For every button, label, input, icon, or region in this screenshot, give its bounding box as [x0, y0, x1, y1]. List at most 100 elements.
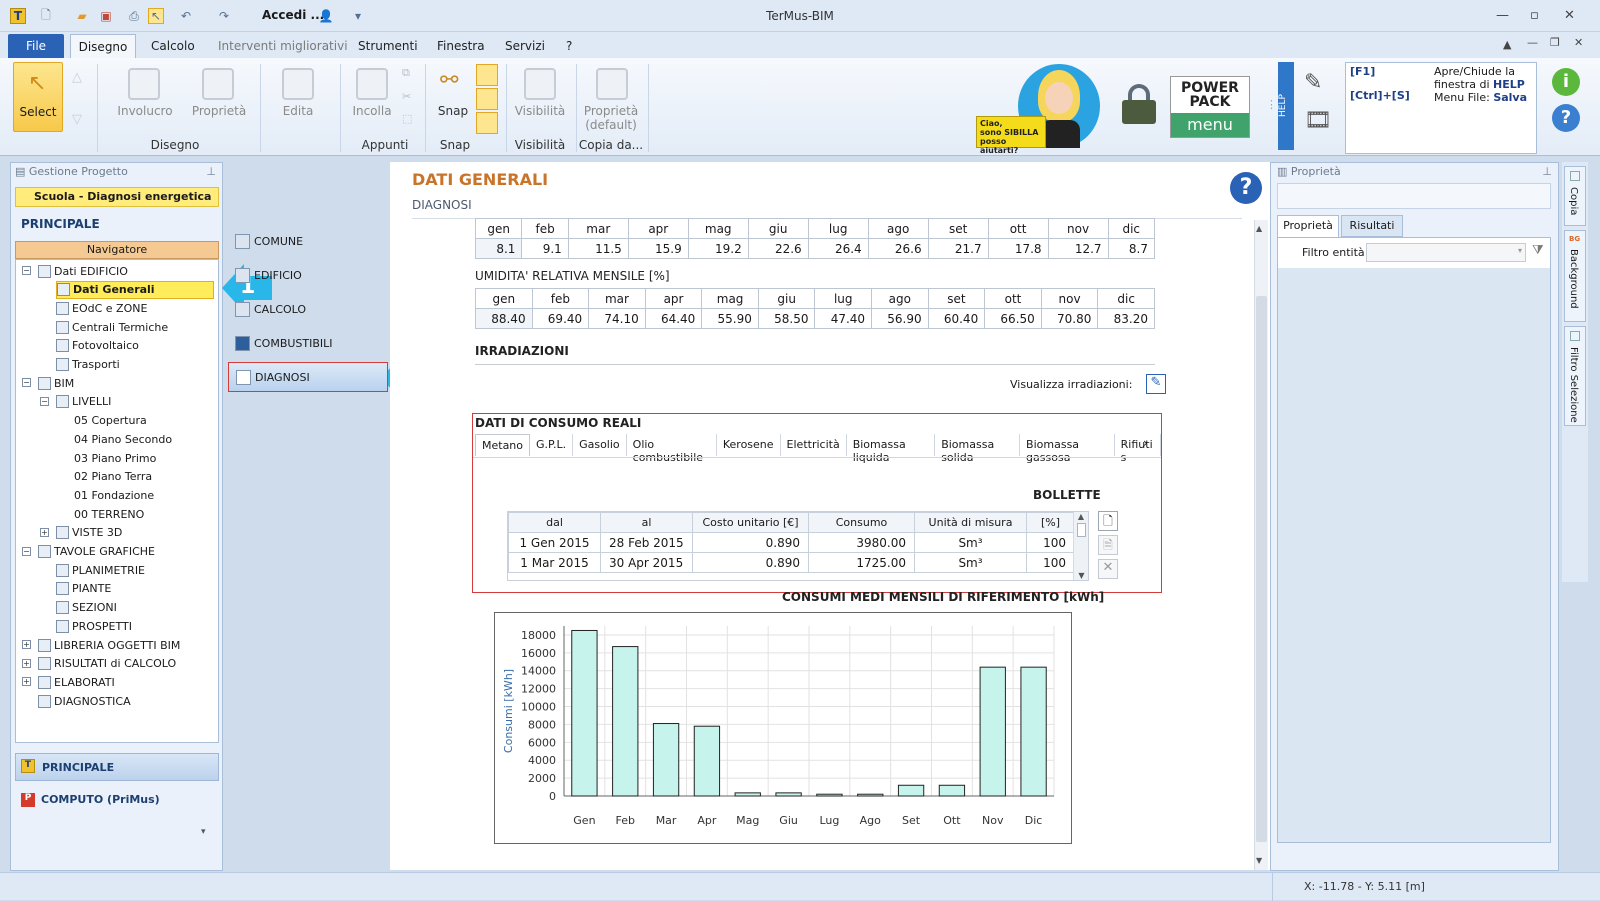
tree-expander-icon[interactable]: − — [22, 546, 31, 556]
tree-item[interactable]: BIM — [38, 374, 74, 392]
temperature-cell[interactable]: 26.4 — [807, 238, 869, 259]
tree-expander-icon[interactable]: + — [22, 640, 31, 649]
bill-cell[interactable]: 3980.00 — [808, 532, 915, 553]
content-scrollbar[interactable]: ▲ ▼ — [1254, 220, 1268, 870]
tree-item[interactable]: PLANIMETRIE — [56, 561, 145, 579]
tree-item[interactable]: 03 Piano Primo — [74, 449, 156, 467]
maximize-icon[interactable]: ▫ — [1530, 8, 1539, 23]
info-icon[interactable]: i — [1552, 68, 1580, 96]
lock-icon[interactable] — [1122, 84, 1156, 124]
humidity-cell[interactable]: 47.40 — [814, 308, 873, 329]
bill-cell[interactable]: 100 — [1026, 532, 1075, 553]
tab-calcolo[interactable]: Calcolo — [151, 39, 195, 53]
grid-scroll-up-icon[interactable]: ▲ — [1074, 512, 1088, 521]
edita-button[interactable]: Edita — [265, 104, 331, 118]
humidity-cell[interactable]: 56.90 — [871, 308, 929, 329]
tree-item[interactable]: Centrali Termiche — [56, 318, 168, 336]
tree-expander-icon[interactable]: − — [22, 378, 31, 388]
rail-filtro-selezione[interactable]: Filtro Selezione — [1564, 326, 1586, 426]
tree-expander-icon[interactable]: − — [40, 396, 49, 406]
tree-item[interactable]: TAVOLE GRAFICHE — [38, 543, 155, 561]
rail-copia[interactable]: Copia — [1564, 166, 1586, 226]
filter-icon[interactable]: ⧩ — [1532, 243, 1544, 258]
incolla-button[interactable]: Incolla — [344, 104, 400, 118]
bill-column-header[interactable]: dal — [508, 512, 601, 533]
tree-item[interactable]: Dati Generali — [56, 280, 214, 299]
tree-item[interactable]: 02 Piano Terra — [74, 468, 152, 486]
fuel-tab[interactable]: Gasolio — [573, 434, 627, 456]
tree-expander-icon[interactable]: + — [22, 677, 31, 687]
rail-background[interactable]: BG Background — [1564, 230, 1586, 322]
clipboard-icon[interactable]: ⬚ — [402, 112, 412, 125]
grid-scrollbar[interactable]: ▲ ▼ — [1073, 512, 1088, 580]
panel-overflow-icon[interactable]: ▾ — [201, 827, 206, 837]
temperature-cell[interactable]: 26.6 — [867, 238, 929, 259]
select-button[interactable]: ↖ Select — [13, 62, 63, 132]
principale-module-button[interactable]: PRINCIPALE — [15, 753, 219, 781]
file-menu[interactable]: File — [8, 34, 64, 58]
tree-item[interactable]: 01 Fondazione — [74, 486, 154, 504]
project-name[interactable]: Scuola - Diagnosi energetica — [15, 187, 219, 207]
humidity-cell[interactable]: 88.40 — [475, 308, 533, 329]
bill-column-header[interactable]: Consumo — [808, 512, 915, 533]
bill-cell[interactable]: 28 Feb 2015 — [600, 532, 693, 553]
fuel-tab[interactable]: Kerosene — [717, 434, 781, 456]
fuel-tab[interactable]: Metano — [475, 434, 531, 456]
bill-cell[interactable]: 0.890 — [692, 532, 809, 553]
fuel-tab[interactable]: Olio combustibile — [627, 434, 717, 464]
bill-column-header[interactable]: Costo unitario [€] — [692, 512, 809, 533]
tab-interventi[interactable]: Interventi migliorativi — [218, 39, 348, 53]
humidity-cell[interactable]: 83.20 — [1097, 308, 1155, 329]
bill-cell[interactable]: 1 Gen 2015 — [508, 532, 601, 553]
bill-cell[interactable]: Sm³ — [914, 552, 1027, 573]
nav-diagnosi[interactable]: DIAGNOSI — [228, 362, 388, 392]
bill-cell[interactable]: 1725.00 — [808, 552, 915, 573]
delete-bill-icon[interactable]: ✕ — [1098, 559, 1118, 579]
snap-button[interactable]: Snap — [430, 104, 476, 118]
scroll-up-icon[interactable]: ▲ — [1256, 224, 1262, 233]
nav-comune[interactable]: COMUNE — [228, 226, 388, 256]
tree-item[interactable]: PIANTE — [56, 580, 111, 598]
tree-item[interactable]: LIBRERIA OGGETTI BIM — [38, 636, 180, 654]
bill-row[interactable]: 1 Gen 2015 28 Feb 2015 0.890 3980.00 Sm³ 100 — [508, 532, 1075, 553]
tab-scroll-right-icon[interactable]: › — [1143, 436, 1148, 450]
visibilita-button[interactable]: Visibilità — [510, 104, 570, 118]
temperature-cell[interactable]: 15.9 — [627, 238, 689, 259]
tree-item[interactable]: 05 Copertura — [74, 412, 147, 430]
snap-grid-icon[interactable] — [476, 112, 498, 134]
nav-edificio[interactable]: EDIFICIO — [228, 260, 388, 290]
bill-cell[interactable]: 30 Apr 2015 — [600, 552, 693, 573]
doc-minimize-icon[interactable]: — — [1527, 36, 1538, 49]
fuel-tab[interactable]: Biomassa liquida — [847, 434, 936, 464]
involucro-button[interactable]: Involucro — [110, 104, 180, 118]
bill-cell[interactable]: 100 — [1026, 552, 1075, 573]
temperature-cell[interactable]: 21.7 — [927, 238, 989, 259]
help-edit-icon[interactable]: ✎ — [1304, 70, 1336, 100]
temperature-cell[interactable]: 19.2 — [687, 238, 749, 259]
tree-item[interactable]: 00 TERRENO — [74, 505, 144, 523]
tree-item[interactable]: DIAGNOSTICA — [38, 692, 131, 710]
tab-help[interactable]: ? — [566, 39, 572, 53]
humidity-cell[interactable]: 66.50 — [984, 308, 1042, 329]
humidity-cell[interactable]: 58.50 — [757, 308, 816, 329]
tree-item[interactable]: LIVELLI — [56, 393, 111, 411]
temperature-cell[interactable]: 17.8 — [987, 238, 1049, 259]
temperature-cell[interactable]: 9.1 — [521, 238, 569, 259]
snap-endpoint-icon[interactable] — [476, 64, 498, 86]
tree-item[interactable]: Dati EDIFICIO — [38, 262, 128, 280]
tree-item[interactable]: Trasporti — [56, 356, 120, 374]
move-up-icon[interactable]: △ — [72, 70, 82, 85]
edit-irradiazioni-icon[interactable]: ✎ — [1146, 374, 1166, 394]
properties-pin-icon[interactable]: ⊥ — [1542, 165, 1552, 178]
close-icon[interactable]: ✕ — [1564, 8, 1575, 23]
minimize-icon[interactable]: — — [1496, 8, 1509, 23]
temperature-cell[interactable]: 12.7 — [1047, 238, 1109, 259]
humidity-cell[interactable]: 55.90 — [701, 308, 759, 329]
bill-column-header[interactable]: al — [600, 512, 693, 533]
filtro-select[interactable]: ▾ — [1366, 243, 1526, 262]
humidity-cell[interactable]: 74.10 — [588, 308, 646, 329]
tab-risultati[interactable]: Risultati — [1341, 215, 1403, 237]
tree-expander-icon[interactable]: + — [22, 658, 31, 668]
pin-icon[interactable]: ⊥ — [206, 165, 216, 178]
sibilla-speech-bubble[interactable]: Ciao, sono SIBILLA posso aiutarti? — [976, 116, 1046, 155]
